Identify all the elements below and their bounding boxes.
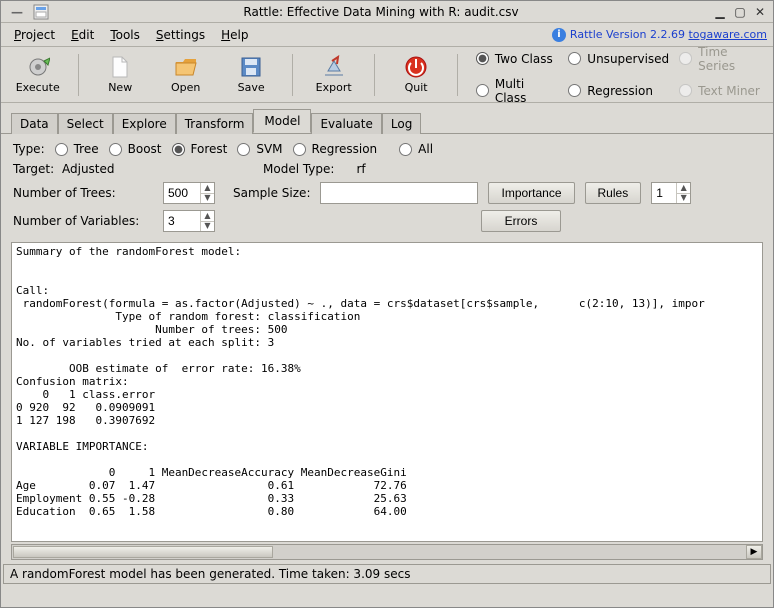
menu-project[interactable]: Project (7, 25, 62, 45)
model-type-regression[interactable]: Regression (293, 142, 378, 156)
type-label: Type: (13, 142, 45, 156)
rules-input[interactable] (652, 183, 676, 203)
new-button[interactable]: New (89, 50, 150, 100)
separator (78, 54, 79, 96)
toolbar: Execute New Open Save Export Quit Two Cl… (1, 47, 773, 103)
tab-explore[interactable]: Explore (113, 113, 176, 134)
model-output[interactable]: Summary of the randomForest model: Call:… (11, 242, 763, 542)
quit-button[interactable]: Quit (385, 50, 446, 100)
menu-help[interactable]: Help (214, 25, 255, 45)
model-panel: Type: Tree Boost Forest SVM Regression A… (1, 134, 773, 242)
separator (374, 54, 375, 96)
version-link[interactable]: togaware.com (688, 28, 767, 41)
version-info: i Rattle Version 2.2.69 togaware.com (552, 28, 767, 42)
tab-data[interactable]: Data (11, 113, 58, 134)
version-text: Rattle Version 2.2.69 (570, 28, 689, 41)
spin-down-icon[interactable]: ▼ (201, 222, 214, 232)
tab-evaluate[interactable]: Evaluate (311, 113, 381, 134)
model-type-all[interactable]: All (399, 142, 433, 156)
export-button[interactable]: Export (303, 50, 364, 100)
tab-model[interactable]: Model (253, 109, 311, 133)
open-label: Open (171, 81, 200, 94)
open-icon (174, 55, 198, 79)
separator (292, 54, 293, 96)
window-title: Rattle: Effective Data Mining with R: au… (55, 5, 707, 19)
execute-label: Execute (16, 81, 60, 94)
tab-select[interactable]: Select (58, 113, 113, 134)
model-type-static-label: Model Type: (263, 162, 334, 176)
spin-up-icon[interactable]: ▲ (201, 183, 214, 194)
spin-up-icon[interactable]: ▲ (677, 183, 690, 194)
num-trees-spinner[interactable]: ▲▼ (163, 182, 215, 204)
save-button[interactable]: Save (220, 50, 281, 100)
scroll-right-icon[interactable]: ▶ (746, 545, 762, 559)
tab-transform[interactable]: Transform (176, 113, 254, 134)
model-type-boost[interactable]: Boost (109, 142, 162, 156)
radio-time-series: Time Series (679, 45, 767, 73)
minimize-button[interactable]: ▁ (713, 5, 727, 19)
horizontal-scrollbar[interactable]: ▶ (11, 544, 763, 560)
menubar: Project Edit Tools Settings Help i Rattl… (1, 23, 773, 47)
num-trees-label: Number of Trees: (13, 186, 153, 200)
errors-button[interactable]: Errors (481, 210, 561, 232)
status-bar: A randomForest model has been generated.… (3, 564, 771, 584)
target-value: Adjusted (62, 162, 115, 176)
model-type-static-value: rf (356, 162, 365, 176)
target-label: Target: (13, 162, 54, 176)
tab-strip: Data Select Explore Transform Model Eval… (1, 103, 773, 134)
sample-size-label: Sample Size: (233, 186, 310, 200)
model-type-tree[interactable]: Tree (55, 142, 99, 156)
quit-label: Quit (405, 81, 428, 94)
export-icon (322, 55, 346, 79)
separator (457, 54, 458, 96)
num-vars-label: Number of Variables: (13, 214, 153, 228)
radio-multi-class[interactable]: Multi Class (476, 77, 558, 105)
num-vars-spinner[interactable]: ▲▼ (163, 210, 215, 232)
open-button[interactable]: Open (155, 50, 216, 100)
menu-edit[interactable]: Edit (64, 25, 101, 45)
radio-two-class[interactable]: Two Class (476, 45, 558, 73)
task-radio-group: Two Class Unsupervised Time Series Multi… (476, 45, 767, 105)
execute-button[interactable]: Execute (7, 50, 68, 100)
tab-log[interactable]: Log (382, 113, 421, 134)
app-icon (33, 4, 49, 20)
quit-icon (404, 55, 428, 79)
save-icon (239, 55, 263, 79)
menu-tools[interactable]: Tools (103, 25, 147, 45)
spin-down-icon[interactable]: ▼ (201, 194, 214, 204)
scrollbar-thumb[interactable] (13, 546, 273, 558)
export-label: Export (316, 81, 352, 94)
spin-up-icon[interactable]: ▲ (201, 211, 214, 222)
model-type-forest[interactable]: Forest (172, 142, 228, 156)
num-trees-input[interactable] (164, 183, 200, 203)
new-label: New (108, 81, 132, 94)
sample-size-input[interactable] (320, 182, 478, 204)
radio-regression[interactable]: Regression (568, 77, 669, 105)
radio-text-miner: Text Miner (679, 77, 767, 105)
spin-down-icon[interactable]: ▼ (677, 194, 690, 204)
titlebar: — Rattle: Effective Data Mining with R: … (1, 1, 773, 23)
save-label: Save (238, 81, 265, 94)
rules-spinner[interactable]: ▲▼ (651, 182, 691, 204)
maximize-button[interactable]: ▢ (733, 5, 747, 19)
status-text: A randomForest model has been generated.… (10, 567, 410, 581)
close-button[interactable]: ✕ (753, 5, 767, 19)
importance-button[interactable]: Importance (488, 182, 574, 204)
model-type-svm[interactable]: SVM (237, 142, 282, 156)
radio-unsupervised[interactable]: Unsupervised (568, 45, 669, 73)
rules-button[interactable]: Rules (585, 182, 642, 204)
new-icon (108, 55, 132, 79)
menu-settings[interactable]: Settings (149, 25, 212, 45)
num-vars-input[interactable] (164, 211, 200, 231)
info-icon: i (552, 28, 566, 42)
gear-run-icon (26, 55, 50, 79)
window-menu-icon[interactable]: — (7, 5, 27, 19)
